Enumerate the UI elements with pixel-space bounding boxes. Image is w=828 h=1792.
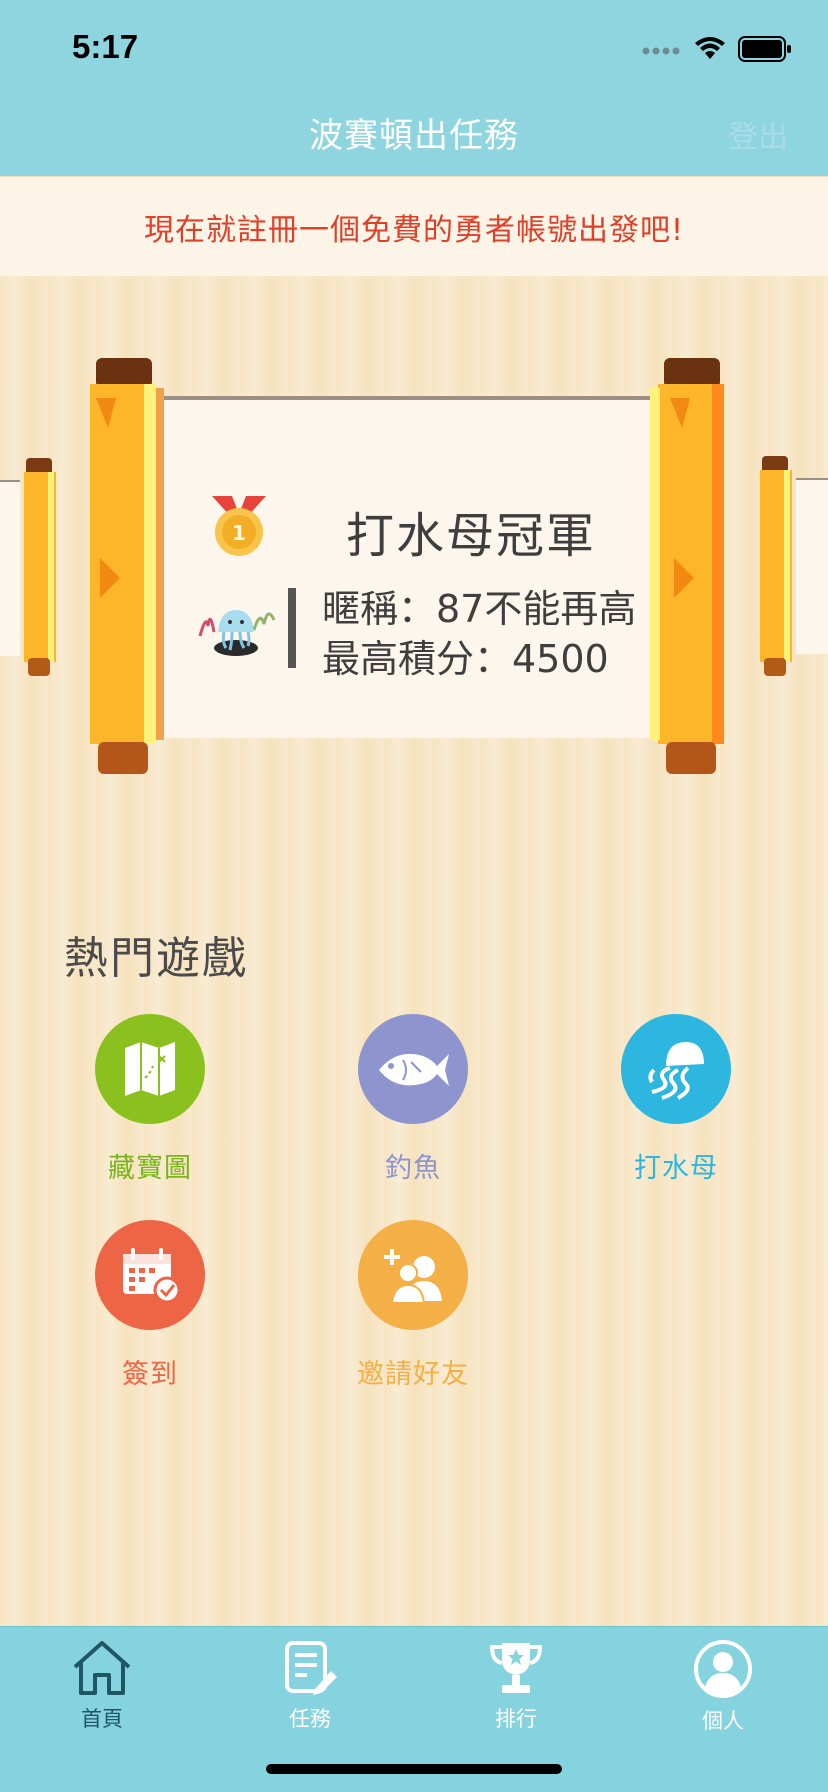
next-scroll-roller[interactable] [756,456,798,678]
game-label: 邀請好友 [357,1359,469,1390]
signal-icon [642,47,680,55]
register-banner-text: 現在就註冊一個免費的勇者帳號出發吧! [143,212,685,248]
wifi-icon [695,37,725,59]
game-label: 藏寶圖 [108,1153,192,1184]
logout-button[interactable]: 登出 [728,112,788,156]
page-title: 波賽頓出任務 [309,116,519,156]
tab-home[interactable]: 首頁 [42,1639,162,1733]
game-label: 釣魚 [385,1153,441,1184]
info-divider [288,588,296,668]
add-friend-icon[interactable] [358,1220,468,1330]
profile-icon [694,1640,752,1698]
tab-profile[interactable]: 個人 [663,1639,783,1735]
right-scroll-roller [650,358,724,774]
champion-title: 打水母冠軍 [346,508,597,564]
game-fishing[interactable]: 釣魚 [313,1014,513,1185]
hot-games-title: 熱門遊戲 [64,933,248,984]
gold-medal-icon: 1 [212,496,266,556]
prev-scroll-roller[interactable] [20,458,62,678]
treasure-map-icon[interactable] [95,1014,205,1124]
tab-ranking[interactable]: 排行 [456,1639,576,1733]
prev-scroll-paper [0,480,20,656]
home-icon [73,1641,131,1695]
champion-score: 最高積分：4500 [322,637,609,681]
game-jellyfish[interactable]: 打水母 [576,1014,776,1185]
game-invite-friends[interactable]: 邀請好友 [313,1220,513,1391]
calendar-check-icon[interactable] [95,1220,205,1330]
register-banner[interactable]: 現在就註冊一個免費的勇者帳號出發吧! [0,176,828,276]
game-label: 打水母 [634,1153,718,1184]
top-bar: 5:17 波賽頓出任務 登出 [0,0,828,176]
status-time: 5:17 [72,28,139,65]
tab-label: 排行 [495,1707,537,1731]
game-treasure-map[interactable]: 藏寶圖 [50,1014,250,1185]
jellyfish-avatar-icon [198,610,276,656]
jellyfish-icon[interactable] [621,1014,731,1124]
tab-label: 任務 [289,1707,331,1731]
home-indicator [266,1764,562,1774]
game-label: 簽到 [122,1359,178,1390]
tab-tasks[interactable]: 任務 [250,1639,370,1733]
battery-icon [738,36,791,62]
tab-label: 個人 [702,1709,744,1733]
task-icon [285,1641,337,1695]
game-checkin[interactable]: 簽到 [50,1220,250,1391]
tab-label: 首頁 [81,1707,123,1731]
svg-text:1: 1 [232,521,246,545]
champion-nickname: 暱稱：87不能再高 [322,587,637,631]
status-icons [642,36,792,62]
left-scroll-roller [90,358,164,774]
champion-scroll[interactable] [160,396,666,738]
next-scroll-paper [796,478,828,654]
trophy-icon [489,1643,543,1693]
fish-icon[interactable] [358,1014,468,1124]
